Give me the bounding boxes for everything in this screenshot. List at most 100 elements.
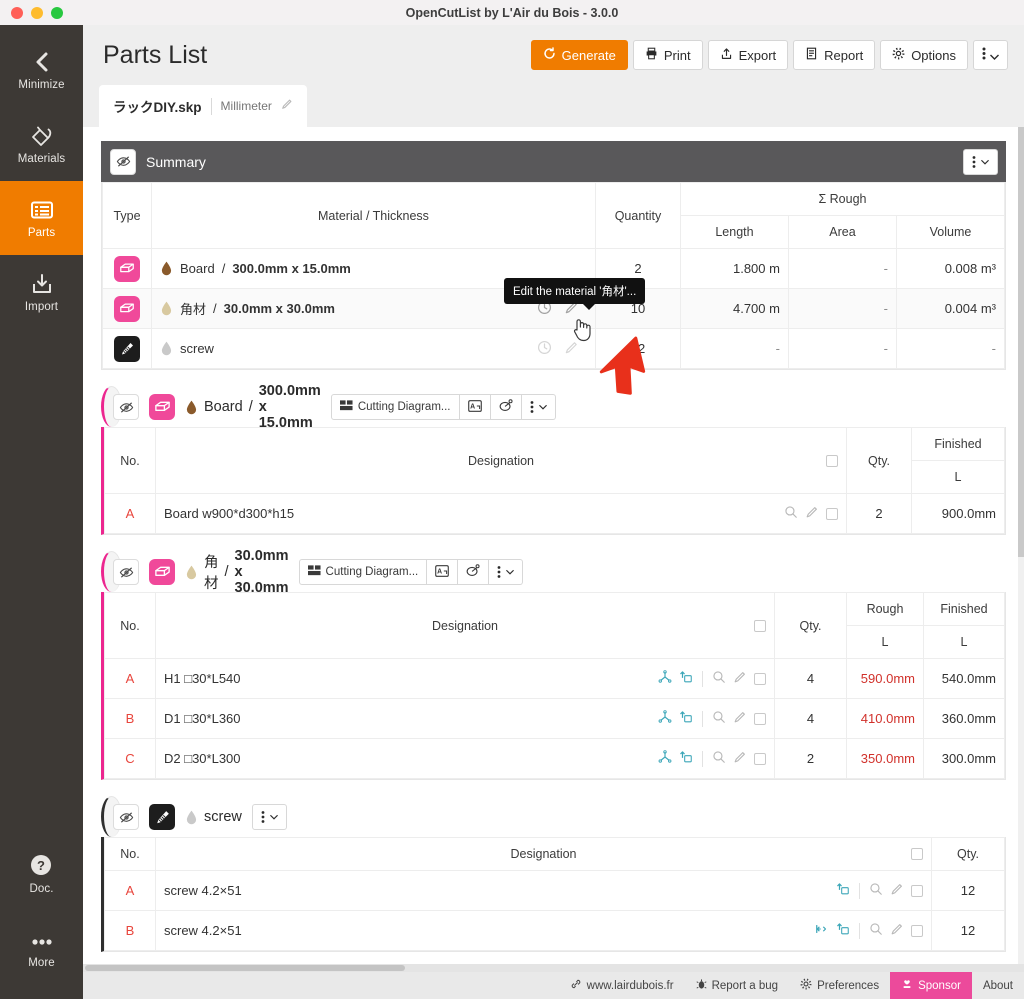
footer-website-link[interactable]: www.lairdubois.fr: [559, 972, 685, 999]
pencil-icon[interactable]: [281, 97, 293, 115]
row-select-checkbox[interactable]: [911, 884, 923, 897]
cutting-diagram-label: Cutting Diagram...: [357, 401, 451, 413]
sidebar-item-import[interactable]: Import: [0, 255, 83, 329]
section-table-wrap-board: No. Designation Qty. Finished L A Board …: [101, 427, 1006, 535]
table-row[interactable]: B D1 □30*L360 4 410.0mm 360.0mm: [104, 698, 1005, 739]
row-select-checkbox[interactable]: [911, 924, 923, 937]
zoom-search-icon[interactable]: [712, 750, 726, 767]
sidebar-item-doc[interactable]: ? Doc.: [0, 837, 83, 911]
edit-part-pencil-icon[interactable]: [890, 882, 904, 899]
summary-card-header: Summary: [101, 141, 1006, 182]
section-header-board: Board / 300.0mm x 15.0mm Cutting Diagram…: [101, 383, 556, 431]
toggle-visibility-icon[interactable]: [113, 559, 139, 585]
kakuzai-col-qty: Qty.: [774, 592, 847, 659]
summary-material-sep: /: [221, 261, 226, 276]
row-select-checkbox[interactable]: [826, 507, 838, 520]
row-select-checkbox[interactable]: [754, 712, 766, 725]
horizontal-scrollbar-thumb[interactable]: [85, 965, 405, 971]
cutting-diagram-button[interactable]: Cutting Diagram...: [298, 559, 428, 585]
summary-card: Summary Type Material / Thickness Quanti…: [101, 141, 1006, 370]
icon-divider: [702, 710, 703, 727]
summary-row-area: -: [787, 248, 897, 289]
sidebar-item-parts[interactable]: Parts: [0, 181, 83, 255]
history-clock-icon[interactable]: [537, 340, 552, 358]
report-button[interactable]: Report: [793, 40, 876, 70]
print-button[interactable]: Print: [632, 40, 703, 70]
kakuzai-col-designation: Designation: [155, 592, 775, 659]
options-button[interactable]: Options: [880, 40, 968, 70]
orient-icon[interactable]: [679, 710, 693, 727]
summary-row-length: 1.800 m: [679, 248, 789, 289]
footer-report-bug[interactable]: Report a bug: [685, 972, 790, 999]
board-parts-table: No. Designation Qty. Finished L A Board …: [104, 427, 1005, 534]
board-col-finished-sub: L: [911, 460, 1005, 494]
footer-about[interactable]: About: [972, 972, 1024, 999]
layout-3d-button[interactable]: [458, 559, 490, 585]
labels-button[interactable]: A: [459, 394, 491, 420]
footer-preferences[interactable]: Preferences: [789, 972, 890, 999]
edit-part-pencil-icon[interactable]: [733, 710, 747, 727]
row-select-checkbox[interactable]: [754, 672, 766, 685]
table-row[interactable]: A H1 □30*L540 4 590.0mm 540.0mm: [104, 658, 1005, 699]
kakuzai-row-designation-cell: H1 □30*L540: [155, 658, 775, 699]
icon-divider: [702, 750, 703, 767]
kakuzai-row-finished: 300.0mm: [923, 738, 1005, 779]
edit-part-pencil-icon[interactable]: [733, 750, 747, 767]
axes-icon[interactable]: [658, 710, 672, 727]
orient-icon[interactable]: [679, 670, 693, 687]
labels-button[interactable]: A: [427, 559, 459, 585]
edit-part-pencil-icon[interactable]: [890, 922, 904, 939]
section-kebab-button[interactable]: [521, 394, 556, 420]
zoom-search-icon[interactable]: [869, 922, 883, 939]
select-all-checkbox[interactable]: [911, 848, 923, 860]
summary-material-name: Board: [180, 261, 215, 276]
orient-icon[interactable]: [679, 750, 693, 767]
summary-kebab-button[interactable]: [963, 148, 998, 175]
table-row[interactable]: C D2 □30*L300 2 350.0mm 300.0mm: [104, 738, 1005, 779]
section-kebab-button[interactable]: [489, 559, 524, 585]
kakuzai-row-qty: 2: [774, 738, 847, 779]
generate-button-label: Generate: [561, 47, 616, 63]
edit-part-pencil-icon[interactable]: [733, 670, 747, 687]
summary-row-area: -: [787, 328, 897, 369]
footer-sponsor[interactable]: Sponsor: [890, 972, 972, 999]
zoom-search-icon[interactable]: [712, 710, 726, 727]
vertical-scrollbar[interactable]: [1018, 127, 1024, 972]
select-all-checkbox[interactable]: [826, 454, 838, 467]
zoom-search-icon[interactable]: [712, 670, 726, 687]
sidebar-item-materials[interactable]: Materials: [0, 107, 83, 181]
vertical-scrollbar-thumb[interactable]: [1018, 127, 1024, 557]
axes-icon[interactable]: [658, 670, 672, 687]
tab-active-document[interactable]: ラックDIY.skp Millimeter: [99, 85, 307, 127]
row-select-checkbox[interactable]: [754, 752, 766, 765]
section-title-sep: /: [224, 564, 229, 580]
zoom-search-icon[interactable]: [869, 882, 883, 899]
section-kebab-button[interactable]: [251, 804, 287, 830]
orient-icon[interactable]: [836, 882, 850, 899]
cutting-diagram-button[interactable]: Cutting Diagram...: [330, 394, 460, 420]
table-row[interactable]: A Board w900*d300*h15 2 900.0mm: [104, 493, 1005, 534]
axes-icon[interactable]: [658, 750, 672, 767]
summary-table-wrap: Type Material / Thickness Quantity Σ Rou…: [101, 182, 1006, 370]
flip-icon[interactable]: [815, 922, 829, 939]
table-row[interactable]: B screw 4.2×51 12: [104, 910, 1005, 951]
layout-3d-button[interactable]: [490, 394, 522, 420]
toggle-visibility-icon[interactable]: [113, 804, 139, 830]
bug-icon: [696, 978, 707, 993]
table-row[interactable]: screw - - -: [102, 328, 1006, 369]
table-row[interactable]: A screw 4.2×51 12: [104, 870, 1005, 911]
select-all-checkbox[interactable]: [754, 619, 766, 632]
toggle-visibility-icon[interactable]: [113, 394, 139, 420]
more-options-button[interactable]: [973, 40, 1008, 70]
summary-material-name: screw: [180, 341, 214, 356]
kakuzai-col-finished-sub: L: [923, 625, 1005, 659]
orient-icon[interactable]: [836, 922, 850, 939]
generate-button[interactable]: Generate: [530, 40, 628, 70]
sidebar-item-minimize[interactable]: Minimize: [0, 33, 83, 107]
export-button[interactable]: Export: [707, 40, 789, 70]
sidebar-item-more[interactable]: More: [0, 911, 83, 985]
horizontal-scrollbar[interactable]: [83, 964, 1024, 972]
edit-part-pencil-icon[interactable]: [805, 505, 819, 522]
zoom-search-icon[interactable]: [784, 505, 798, 522]
toggle-visibility-icon[interactable]: [110, 148, 136, 175]
